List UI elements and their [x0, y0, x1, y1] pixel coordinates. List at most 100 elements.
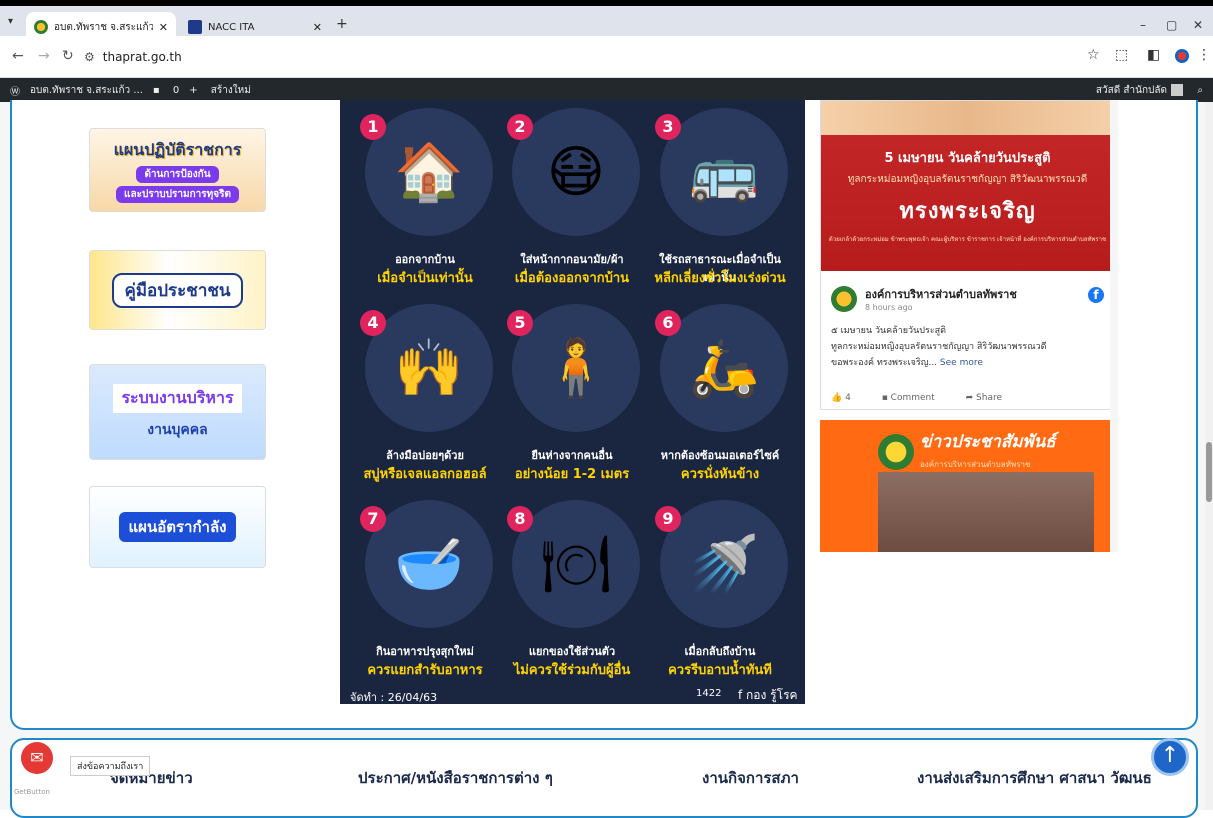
site-info-icon[interactable]: ⚙ — [84, 50, 95, 64]
post-text-line: ขอพระองค์ ทรงพระเจริญ... — [831, 358, 938, 368]
account-menu[interactable]: สวัสดี สำนักปลัด — [1086, 83, 1183, 98]
scrollbar-thumb[interactable] — [1206, 442, 1212, 502]
sidepanel-icon[interactable]: ◧ — [1147, 47, 1160, 63]
comments-count: 0 — [172, 84, 180, 96]
like-button[interactable]: 👍 4 — [831, 393, 865, 403]
back-icon[interactable]: ← — [12, 48, 24, 64]
covid-infographic: จัดทำ : 26/04/63 1422 f กอง รู้โรค 🏠 1 ออก… — [340, 100, 805, 704]
new-content-link[interactable]: + สร้างใหม่ — [189, 83, 251, 98]
flower-decoration — [821, 101, 1114, 135]
banner-citizen-manual[interactable]: คู่มือประชาชน — [89, 250, 266, 330]
profile-avatar[interactable] — [1175, 49, 1189, 63]
like-count: 4 — [845, 393, 851, 403]
close-tab-icon[interactable]: ✕ — [159, 21, 168, 34]
address-bar: ← → ↻ ⚙ thaprat.go.th ☆ ⬚ ◧ ⋮ — [0, 36, 1213, 78]
chat-bubble-icon[interactable]: ✉ — [21, 742, 53, 774]
item-line1: ใส่หน้ากากอนามัย/ผ้า — [520, 253, 624, 266]
restore-icon[interactable]: ▢ — [1166, 18, 1177, 32]
page-scrollbar[interactable] — [1205, 102, 1213, 810]
url-field[interactable]: ⚙ thaprat.go.th — [84, 44, 1094, 70]
infographic-item: 🛵 6 หากต้องซ้อนมอเตอร์ไซค์ ควรนั่งหันข้าง — [645, 296, 795, 492]
item-line2: ควรรีบอาบน้ำทันที — [668, 663, 772, 678]
item-number: 4 — [360, 310, 386, 336]
avatar — [1171, 83, 1183, 96]
item-line1: เมื่อกลับถึงบ้าน — [684, 645, 756, 658]
post-image-title: 5 เมษายน วันคล้ายวันประสูติ — [884, 151, 1051, 166]
post-text-line: ๕ เมษายน วันคล้ายวันประสูติ — [831, 326, 946, 336]
infographic-item: 🏠 1 ออกจากบ้าน เมื่อจำเป็นเท่านั้น — [350, 100, 500, 296]
page-avatar[interactable] — [831, 285, 857, 312]
menu-icon[interactable]: ⋮ — [1197, 47, 1211, 63]
infographic-date: จัดทำ : 26/04/63 — [350, 691, 438, 704]
page-name[interactable]: องค์การบริหารส่วนตำบลทัพราช — [865, 285, 1017, 303]
item-number: 1 — [360, 114, 386, 140]
item-line1: หากต้องซ้อนมอเตอร์ไซค์ — [660, 449, 780, 462]
post-text-line: ทูลกระหม่อมหญิงอุบลรัตนราชกัญญา สิริวัฒน… — [831, 342, 1047, 352]
widget-scrollbar[interactable] — [1110, 100, 1118, 552]
nav-council-affairs[interactable]: งานกิจการสภา — [702, 766, 799, 790]
post-image-caption: ด้วยเกล้าด้วยกระหม่อม ข้าพระพุทธเจ้า คณะ… — [828, 236, 1107, 243]
see-more-link[interactable]: See more — [940, 358, 983, 368]
close-tab-icon[interactable]: ✕ — [313, 21, 322, 34]
wordpress-icon[interactable]: Ⓦ — [10, 83, 20, 98]
tab-search-icon[interactable]: ▾ — [8, 16, 22, 30]
facebook-icon[interactable]: f — [1088, 287, 1104, 303]
post-image[interactable]: 5 เมษายน วันคล้ายวันประสูติ ทูลกระหม่อมห… — [821, 101, 1114, 271]
item-number: 8 — [507, 506, 533, 532]
extensions-icon[interactable]: ⬚ — [1115, 47, 1128, 63]
share-button[interactable]: ➦ Share — [966, 393, 1016, 403]
item-line2: ควรนั่งหันข้าง — [680, 467, 760, 482]
news-title: ข่าวประชาสัมพันธ์ — [920, 432, 1056, 452]
url-text: thaprat.go.th — [102, 50, 182, 64]
greeting-text: สวัสดี สำนักปลัด — [1095, 84, 1167, 96]
getbutton-label: GetButton — [14, 788, 50, 796]
post-time[interactable]: 8 hours ago — [865, 303, 1017, 312]
bottom-nav: จดหมายข่าว ประกาศ/หนังสือราชการต่าง ๆ งา… — [10, 738, 1198, 818]
banner-title: ระบบงานบริหาร — [113, 383, 242, 413]
item-line1: ออกจากบ้าน — [395, 253, 455, 266]
org-logo — [878, 434, 914, 470]
news-photo — [878, 472, 1094, 552]
reload-icon[interactable]: ↻ — [62, 48, 74, 64]
infographic-item: 🚌 3 ใช้รถสาธารณะเมื่อจำเป็นเท่านั้น หลีกเลี… — [645, 100, 795, 296]
site-favicon-icon — [34, 20, 48, 34]
item-line2: ควรแยกสำรับอาหาร — [367, 663, 483, 678]
item-line1: ล้างมือบ่อยๆด้วย — [386, 449, 464, 462]
item-line2: เมื่อจำเป็นเท่านั้น — [377, 271, 473, 286]
admin-site-link[interactable]: อบต.ทัพราช จ.สระแก้ว ... — [30, 83, 143, 98]
new-tab-icon[interactable]: + — [336, 16, 348, 32]
new-label: สร้างใหม่ — [210, 84, 251, 96]
minimize-icon[interactable]: – — [1140, 18, 1146, 32]
banner-subtitle: ด้านการป้องกัน — [136, 165, 219, 183]
comments-link[interactable]: ▪ 0 — [153, 85, 179, 96]
banner-title: คู่มือประชาชน — [112, 272, 243, 308]
item-line1: แยกของใช้ส่วนตัว — [528, 645, 616, 658]
nav-education-culture[interactable]: งานส่งเสริมการศึกษา ศาสนา วัฒนธ — [917, 766, 1152, 790]
scroll-top-icon[interactable]: ↑ — [1151, 738, 1189, 776]
comment-label: Comment — [890, 393, 935, 403]
banner-action-plan[interactable]: แผนปฏิบัติราชการ ด้านการป้องกัน และปราบป… — [89, 128, 266, 212]
tab-title: NACC ITA — [208, 21, 255, 33]
forward-icon[interactable]: → — [38, 48, 50, 64]
infographic-item: 🙌 4 ล้างมือบ่อยๆด้วย สบู่หรือเจลแอลกอฮอล์ — [350, 296, 500, 492]
search-icon[interactable]: ⌕ — [1197, 85, 1203, 96]
news-banner[interactable]: ข่าวประชาสัมพันธ์ องค์การบริหารส่วนตำบลท… — [820, 420, 1115, 552]
share-label: Share — [976, 393, 1003, 403]
nacc-favicon-icon — [188, 20, 202, 34]
infographic-item: 🧍 5 ยืนห่างจากคนอื่น อย่างน้อย 1-2 เมตร — [497, 296, 647, 492]
banner-title: แผนปฏิบัติราชการ — [113, 139, 242, 159]
item-number: 3 — [655, 114, 681, 140]
banner-hr-system[interactable]: ระบบงานบริหาร งานบุคคล — [89, 364, 266, 460]
bookmark-star-icon[interactable]: ☆ — [1087, 47, 1100, 63]
banner-manpower-plan[interactable]: แผนอัตรากำลัง — [89, 486, 266, 568]
news-subtitle: องค์การบริหารส่วนตำบลทัพราช — [920, 460, 1031, 469]
hotline-number: 1422 — [696, 688, 722, 699]
nav-announcements[interactable]: ประกาศ/หนังสือราชการต่าง ๆ — [358, 766, 553, 790]
close-window-icon[interactable]: ✕ — [1193, 18, 1203, 32]
post-actions: 👍 4 ▪ Comment ➦ Share — [831, 393, 1030, 403]
main-frame: แผนปฏิบัติราชการ ด้านการป้องกัน และปราบป… — [10, 100, 1198, 730]
item-number: 2 — [507, 114, 533, 140]
comment-button[interactable]: ▪ Comment — [882, 393, 949, 403]
tab-title: อบต.ทัพราช จ.สระแก้ว – ยินดีต้อนรับ — [54, 21, 153, 33]
page-content: แผนปฏิบัติราชการ ด้านการป้องกัน และปราบป… — [0, 100, 1205, 818]
